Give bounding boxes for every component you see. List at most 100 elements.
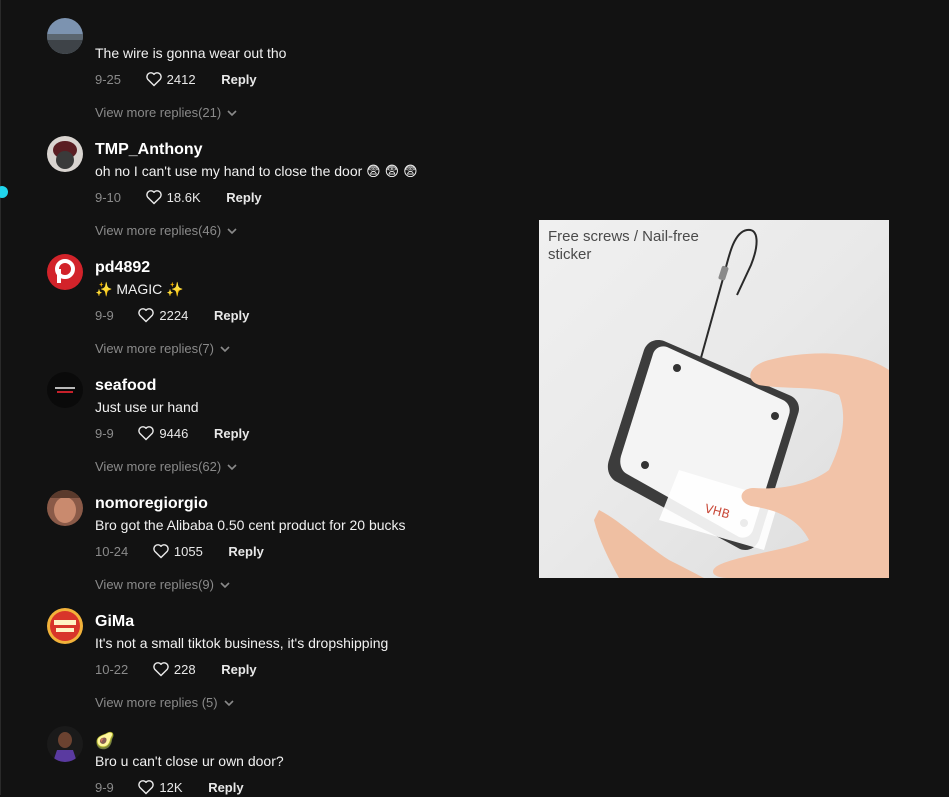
comment-date: 9-9 [95, 426, 114, 441]
comment-username[interactable]: GiMa [95, 613, 134, 631]
comment-date: 9-9 [95, 780, 114, 795]
like-button[interactable]: 12K [137, 779, 183, 795]
chevron-down-icon [220, 582, 230, 589]
heart-outline-icon [138, 780, 155, 795]
comment-item: seafood Just use ur hand 9-9 9446 Reply … [0, 372, 520, 482]
avatar-image [47, 372, 83, 408]
heart-outline-icon [138, 308, 155, 323]
view-more-replies-label: View more replies(46) [95, 223, 222, 238]
like-count: 18.6K [166, 190, 201, 205]
comment-date: 9-9 [95, 308, 114, 323]
like-button[interactable]: 2412 [145, 71, 196, 87]
reply-button[interactable]: Reply [208, 780, 243, 795]
view-more-replies[interactable]: View more replies(7) [95, 341, 230, 356]
comment-item: The wire is gonna wear out tho 9-25 2412… [0, 18, 520, 128]
avatar-image [47, 608, 83, 644]
comment-meta: 9-25 2412 Reply [95, 71, 257, 89]
view-more-replies-label: View more replies (5) [95, 695, 218, 710]
like-button[interactable]: 2224 [137, 307, 188, 323]
comment-username[interactable]: TMP_Anthony [95, 141, 203, 159]
comment-meta: 10-24 1055 Reply [95, 543, 264, 561]
heart-outline-icon [145, 72, 162, 87]
comment-meta: 9-9 12K Reply [95, 779, 244, 797]
comment-username[interactable]: 🥑 [95, 731, 115, 751]
view-more-replies[interactable]: View more replies (5) [95, 695, 234, 710]
avatar-image [47, 18, 83, 54]
comment-username[interactable]: pd4892 [95, 259, 150, 277]
product-image: VHB Free screws / Nail-free sticker [539, 220, 889, 578]
avatar-image [47, 490, 83, 526]
reply-button[interactable]: Reply [214, 426, 249, 441]
comment-text: Just use ur hand [95, 399, 199, 415]
view-more-replies-label: View more replies(21) [95, 105, 222, 120]
heart-outline-icon [153, 662, 169, 677]
comment-meta: 9-9 2224 Reply [95, 307, 249, 325]
like-button[interactable]: 9446 [137, 425, 188, 441]
comment-item: 🥑 Bro u can't close ur own door? 9-9 12K… [0, 726, 520, 795]
view-more-replies[interactable]: View more replies(21) [95, 105, 237, 120]
reply-button[interactable]: Reply [214, 308, 249, 323]
door-closer-product-illustration: VHB [594, 228, 889, 578]
comment-text: Bro got the Alibaba 0.50 cent product fo… [95, 517, 406, 533]
like-button[interactable]: 1055 [152, 543, 203, 559]
product-caption-line2: sticker [548, 246, 592, 263]
comment-meta: 10-22 228 Reply [95, 661, 257, 679]
reply-button[interactable]: Reply [221, 662, 256, 677]
heart-outline-icon [145, 190, 162, 205]
like-count: 9446 [159, 426, 189, 441]
view-more-replies-label: View more replies(62) [95, 459, 222, 474]
like-count: 12K [159, 780, 183, 795]
avatar[interactable] [47, 136, 83, 172]
chevron-down-icon [227, 110, 237, 117]
heart-outline-icon [138, 426, 155, 441]
like-count: 228 [173, 662, 196, 677]
avatar[interactable] [47, 254, 83, 290]
avatar[interactable] [47, 726, 83, 762]
chevron-down-icon [224, 700, 234, 707]
comment-meta: 9-10 18.6K Reply [95, 189, 262, 207]
sparkle-emoji: ✨ [166, 281, 184, 297]
comment-username[interactable]: nomoregiorgio [95, 495, 208, 513]
view-more-replies-label: View more replies(9) [95, 577, 214, 592]
like-count: 2412 [166, 72, 196, 87]
comment-text: It's not a small tiktok business, it's d… [95, 635, 389, 651]
like-button[interactable]: 228 [152, 661, 196, 677]
view-more-replies[interactable]: View more replies(46) [95, 223, 237, 238]
avatar-image [47, 726, 83, 762]
comment-text: ✨ MAGIC ✨ [95, 281, 184, 298]
avatar[interactable] [47, 372, 83, 408]
comment-item: nomoregiorgio Bro got the Alibaba 0.50 c… [0, 490, 520, 600]
comment-meta: 9-9 9446 Reply [95, 425, 249, 443]
comment-username[interactable]: seafood [95, 377, 156, 395]
view-more-replies[interactable]: View more replies(62) [95, 459, 237, 474]
comment-date: 10-24 [95, 544, 129, 559]
comment-item: pd4892 ✨ MAGIC ✨ 9-9 2224 Reply View mor… [0, 254, 520, 364]
chevron-down-icon [227, 228, 237, 235]
reply-button[interactable]: Reply [221, 72, 256, 87]
heart-outline-icon [153, 544, 169, 559]
comment-text: oh no I can't use my hand to close the d… [95, 163, 418, 179]
chevron-down-icon [227, 464, 237, 471]
chevron-down-icon [220, 346, 230, 353]
like-button[interactable]: 18.6K [145, 189, 201, 205]
avatar[interactable] [47, 608, 83, 644]
reply-button[interactable]: Reply [228, 544, 263, 559]
comment-text: Bro u can't close ur own door? [95, 753, 284, 769]
reply-button[interactable]: Reply [226, 190, 261, 205]
avatar[interactable] [47, 18, 83, 54]
like-count: 1055 [173, 544, 203, 559]
product-caption: Free screws / Nail-free sticker [548, 228, 748, 264]
comment-text-main: MAGIC [112, 281, 167, 297]
like-count: 2224 [159, 308, 189, 323]
avatar-image [47, 136, 83, 172]
product-caption-line1: Free screws / Nail-free [548, 228, 699, 245]
comment-date: 9-25 [95, 72, 122, 87]
comment-date: 10-22 [95, 662, 129, 677]
avatar-image [47, 254, 83, 290]
comment-item: GiMa It's not a small tiktok business, i… [0, 608, 520, 718]
sparkle-emoji: ✨ [95, 281, 113, 297]
avatar[interactable] [47, 490, 83, 526]
comment-date: 9-10 [95, 190, 122, 205]
view-more-replies[interactable]: View more replies(9) [95, 577, 230, 592]
comment-text: The wire is gonna wear out tho [95, 45, 287, 61]
